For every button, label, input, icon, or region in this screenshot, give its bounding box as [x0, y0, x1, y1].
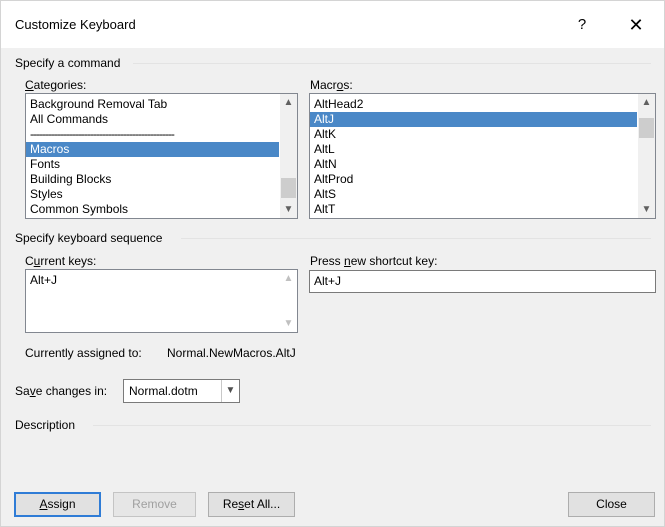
description-group-label: Description	[15, 418, 76, 432]
macros-list: AltHead2 AltJ AltK AltL AltN AltProd AltS AltT	[310, 97, 637, 218]
close-icon[interactable]: ✕	[621, 11, 651, 39]
current-keys-scrollbar[interactable]: ▲ ▼	[280, 270, 297, 332]
current-keys-listbox[interactable]: Alt+J ▲ ▼	[25, 269, 298, 333]
new-shortcut-input[interactable]: Alt+J	[309, 270, 656, 293]
categories-listbox[interactable]: Background Removal Tab All Commands ------…	[25, 93, 298, 219]
assign-button[interactable]: Assign	[14, 492, 101, 517]
categories-scroll-thumb[interactable]	[281, 178, 296, 198]
scroll-down-icon[interactable]: ▼	[280, 201, 297, 218]
keyboard-sequence-divider	[181, 238, 651, 239]
reset-all-button[interactable]: Reset All...	[208, 492, 295, 517]
close-button[interactable]: Close	[568, 492, 655, 517]
save-changes-value: Normal.dotm	[129, 384, 198, 398]
categories-label: Categories:	[25, 78, 87, 92]
current-keys-label: Current keys:	[25, 254, 97, 268]
macro-list-item[interactable]: AltProd	[310, 172, 637, 187]
macro-list-item[interactable]: AltJ	[310, 112, 637, 127]
save-changes-label: Save changes in:	[15, 384, 108, 398]
macros-listbox[interactable]: AltHead2 AltJ AltK AltL AltN AltProd AltS AltT …	[309, 93, 656, 219]
specify-command-divider	[133, 63, 651, 64]
title-bar: Customize Keyboard ? ✕	[1, 1, 664, 48]
current-keys-list: Alt+J	[26, 273, 279, 332]
category-list-item[interactable]: Background Removal Tab	[26, 97, 279, 112]
macros-label: Macros:	[310, 78, 353, 92]
scroll-down-icon[interactable]: ▼	[638, 201, 655, 218]
macro-list-item[interactable]: AltT	[310, 202, 637, 217]
macros-scrollbar[interactable]: ▲ ▼	[638, 94, 655, 218]
macro-list-item[interactable]: AltN	[310, 157, 637, 172]
chevron-down-icon[interactable]: ▼	[221, 380, 239, 402]
category-list-item[interactable]: Fonts	[26, 157, 279, 172]
category-list-item[interactable]: All Commands	[26, 112, 279, 127]
customize-keyboard-dialog: Customize Keyboard ? ✕ Specify a command…	[0, 0, 665, 527]
scroll-down-icon[interactable]: ▼	[280, 315, 297, 332]
currently-assigned-value: Normal.NewMacros.AltJ	[167, 346, 296, 360]
scroll-up-icon[interactable]: ▲	[280, 270, 297, 287]
description-divider	[93, 425, 651, 426]
dialog-title: Customize Keyboard	[15, 17, 136, 32]
macro-list-item[interactable]: AltK	[310, 127, 637, 142]
keyboard-sequence-group-label: Specify keyboard sequence	[15, 231, 163, 245]
help-button[interactable]: ?	[567, 11, 597, 39]
macro-list-item[interactable]: AltS	[310, 187, 637, 202]
category-list-item[interactable]: Styles	[26, 187, 279, 202]
save-changes-select[interactable]: Normal.dotm ▼	[123, 379, 240, 403]
currently-assigned-label: Currently assigned to:	[25, 346, 142, 360]
macro-list-item[interactable]: AltHead2	[310, 97, 637, 112]
category-list-item[interactable]: Common Symbols	[26, 202, 279, 217]
new-shortcut-label: Press new shortcut key:	[310, 254, 438, 268]
category-list-item[interactable]: ----------------------------------------…	[26, 127, 279, 142]
scroll-up-icon[interactable]: ▲	[638, 94, 655, 111]
categories-scrollbar[interactable]: ▲ ▼	[280, 94, 297, 218]
category-list-item[interactable]: Building Blocks	[26, 172, 279, 187]
specify-command-group-label: Specify a command	[15, 56, 121, 70]
category-list-item[interactable]: Macros	[26, 142, 279, 157]
macro-list-item[interactable]: AltL	[310, 142, 637, 157]
current-key-item[interactable]: Alt+J	[26, 273, 279, 288]
scroll-up-icon[interactable]: ▲	[280, 94, 297, 111]
remove-button[interactable]: Remove	[113, 492, 196, 517]
macros-scroll-thumb[interactable]	[639, 118, 654, 138]
categories-list: Background Removal Tab All Commands ------…	[26, 97, 279, 218]
